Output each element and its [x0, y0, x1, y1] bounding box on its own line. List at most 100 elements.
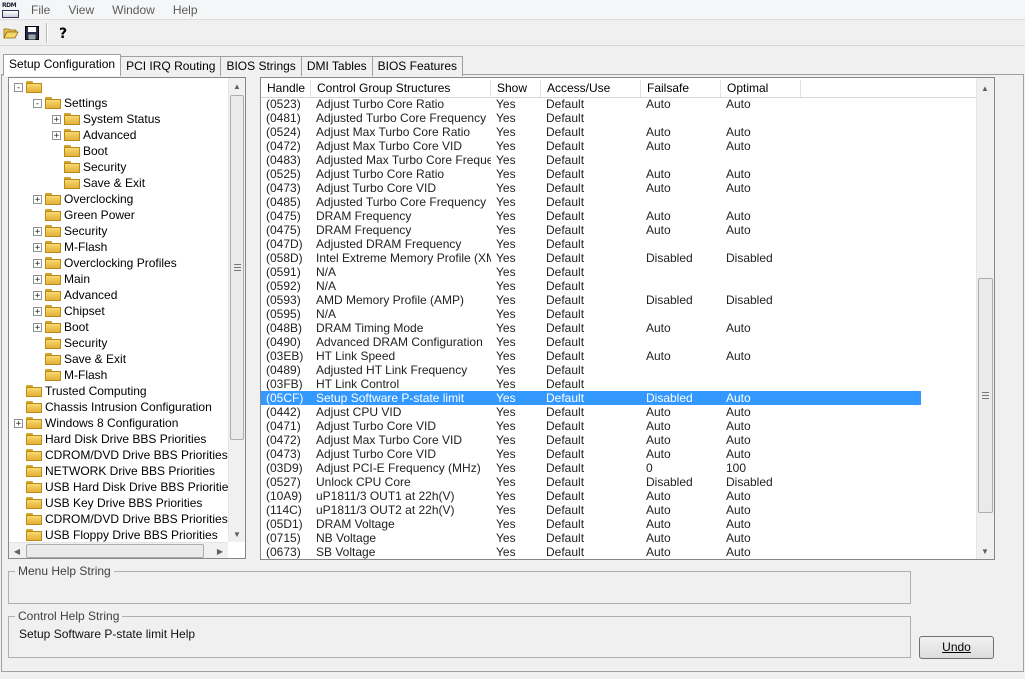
- tree-item[interactable]: + Overclocking: [33, 191, 133, 207]
- expand-icon[interactable]: +: [52, 130, 61, 140]
- tree-item[interactable]: M-Flash: [33, 367, 107, 383]
- tab-setup-configuration[interactable]: Setup Configuration: [3, 54, 122, 76]
- help-question-icon[interactable]: ?: [53, 23, 73, 43]
- tree-item[interactable]: CDROM/DVD Drive BBS Priorities: [14, 447, 228, 463]
- expand-icon[interactable]: +: [33, 322, 42, 332]
- tree-item[interactable]: + Boot: [33, 319, 89, 335]
- grid-scroll-thumb[interactable]: [978, 278, 993, 513]
- expand-icon[interactable]: +: [33, 194, 42, 204]
- table-row[interactable]: (0591) N/A Yes Default: [261, 265, 921, 279]
- tab-pci-irq-routing[interactable]: PCI IRQ Routing: [120, 56, 222, 76]
- table-row[interactable]: (0475) DRAM Frequency Yes Default Auto Auto: [261, 223, 921, 237]
- tree-item[interactable]: + System Status: [52, 111, 160, 127]
- table-row[interactable]: (03EB) HT Link Speed Yes Default Auto Auto: [261, 349, 921, 363]
- scroll-down-arrow-icon[interactable]: ▼: [229, 526, 245, 542]
- menu-help[interactable]: Help: [164, 3, 207, 17]
- tree-item[interactable]: CDROM/DVD Drive BBS Priorities: [14, 511, 228, 527]
- column-header[interactable]: Handle: [261, 80, 311, 97]
- table-row[interactable]: (0527) Unlock CPU Core Yes Default Disabled D…: [261, 475, 921, 489]
- tree-vertical-scrollbar[interactable]: ▲ ▼: [228, 78, 245, 542]
- tree-item[interactable]: Security: [52, 159, 126, 175]
- tree-horizontal-scrollbar[interactable]: ◀ ▶: [9, 542, 228, 558]
- table-row[interactable]: (0524) Adjust Max Turbo Core Ratio Yes Defa…: [261, 125, 921, 139]
- expand-icon[interactable]: +: [33, 226, 42, 236]
- table-row[interactable]: (0472) Adjust Max Turbo Core VID Yes Defaul…: [261, 433, 921, 447]
- tree-item[interactable]: Security: [33, 335, 107, 351]
- table-row[interactable]: (0525) Adjust Turbo Core Ratio Yes Default A…: [261, 167, 921, 181]
- tree-item[interactable]: NETWORK Drive BBS Priorities: [14, 463, 215, 479]
- tree-item[interactable]: -: [14, 79, 45, 95]
- tree-item[interactable]: + Overclocking Profiles: [33, 255, 177, 271]
- column-header[interactable]: Control Group Structures: [311, 80, 491, 97]
- grid-scroll-up-arrow-icon[interactable]: ▲: [977, 80, 993, 96]
- table-row[interactable]: (058D) Intel Extreme Memory Profile (XMP)…: [261, 251, 921, 265]
- grid-vertical-scrollbar[interactable]: ▲ ▼: [976, 78, 994, 559]
- expand-icon[interactable]: +: [33, 258, 42, 268]
- collapse-icon[interactable]: -: [14, 82, 23, 92]
- table-row[interactable]: (114C) uP1811/3 OUT2 at 22h(V) Yes Default A…: [261, 503, 921, 517]
- tree-hscroll-thumb[interactable]: [26, 544, 204, 558]
- tree-item[interactable]: USB Floppy Drive BBS Priorities: [14, 527, 218, 542]
- tree-item[interactable]: Boot: [52, 143, 108, 159]
- tree-item[interactable]: + Chipset: [33, 303, 105, 319]
- menu-view[interactable]: View: [59, 3, 103, 17]
- table-row[interactable]: (0473) Adjust Turbo Core VID Yes Default Aut…: [261, 181, 921, 195]
- table-row[interactable]: (047D) Adjusted DRAM Frequency Yes Default: [261, 237, 921, 251]
- table-row[interactable]: (0490) Advanced DRAM Configuration Yes Defa…: [261, 335, 921, 349]
- table-row-selected[interactable]: (05CF) Setup Software P-state limit Yes Def…: [261, 391, 921, 405]
- expand-icon[interactable]: +: [33, 274, 42, 284]
- tree-scroll-thumb[interactable]: [230, 95, 244, 440]
- menu-file[interactable]: File: [22, 3, 59, 17]
- scroll-right-arrow-icon[interactable]: ▶: [212, 543, 228, 558]
- table-row[interactable]: (03D9) Adjust PCI-E Frequency (MHz) Yes Def…: [261, 461, 921, 475]
- menu-window[interactable]: Window: [103, 3, 164, 17]
- tree-item[interactable]: + Main: [33, 271, 90, 287]
- table-row[interactable]: (0593) AMD Memory Profile (AMP) Yes Default…: [261, 293, 921, 307]
- table-row[interactable]: (0473) Adjust Turbo Core VID Yes Default Aut…: [261, 447, 921, 461]
- tree-item[interactable]: Trusted Computing: [14, 383, 147, 399]
- table-row[interactable]: (03FB) HT Link Control Yes Default: [261, 377, 921, 391]
- tree-item[interactable]: Hard Disk Drive BBS Priorities: [14, 431, 206, 447]
- grid-scroll-down-arrow-icon[interactable]: ▼: [977, 543, 993, 559]
- table-row[interactable]: (0592) N/A Yes Default: [261, 279, 921, 293]
- control-grid[interactable]: Handle Control Group Structures Show Access…: [260, 77, 995, 560]
- collapse-icon[interactable]: -: [33, 98, 42, 108]
- tree-item[interactable]: - Settings: [33, 95, 107, 111]
- table-row[interactable]: (0483) Adjusted Max Turbo Core Freque... Y…: [261, 153, 921, 167]
- open-folder-icon[interactable]: [1, 23, 21, 43]
- tree-item[interactable]: USB Key Drive BBS Priorities: [14, 495, 202, 511]
- table-row[interactable]: (05D1) DRAM Voltage Yes Default Auto Auto: [261, 517, 921, 531]
- column-header[interactable]: Optimal: [721, 80, 801, 97]
- table-row[interactable]: (0475) DRAM Frequency Yes Default Auto Auto: [261, 209, 921, 223]
- tab-dmi-tables[interactable]: DMI Tables: [300, 56, 373, 76]
- tree-item[interactable]: + Advanced: [52, 127, 136, 143]
- column-header[interactable]: Show: [491, 80, 541, 97]
- table-row[interactable]: (10A9) uP1811/3 OUT1 at 22h(V) Yes Default A…: [261, 489, 921, 503]
- tab-bios-strings[interactable]: BIOS Strings: [220, 56, 302, 76]
- column-header[interactable]: Failsafe: [641, 80, 721, 97]
- expand-icon[interactable]: +: [33, 290, 42, 300]
- table-row[interactable]: (0489) Adjusted HT Link Frequency Yes Defau…: [261, 363, 921, 377]
- scroll-left-arrow-icon[interactable]: ◀: [9, 543, 25, 558]
- expand-icon[interactable]: +: [52, 114, 61, 124]
- tree-item[interactable]: + Windows 8 Configuration: [14, 415, 178, 431]
- table-row[interactable]: (048B) DRAM Timing Mode Yes Default Auto Auto: [261, 321, 921, 335]
- scroll-up-arrow-icon[interactable]: ▲: [229, 78, 245, 94]
- table-row[interactable]: (0471) Adjust Turbo Core VID Yes Default Aut…: [261, 419, 921, 433]
- column-header[interactable]: Access/Use: [541, 80, 641, 97]
- table-row[interactable]: (0673) SB Voltage Yes Default Auto Auto: [261, 545, 921, 559]
- expand-icon[interactable]: +: [14, 418, 23, 428]
- table-row[interactable]: (0472) Adjust Max Turbo Core VID Yes Defaul…: [261, 139, 921, 153]
- tree-item[interactable]: USB Hard Disk Drive BBS Priorities: [14, 479, 228, 495]
- expand-icon[interactable]: +: [33, 242, 42, 252]
- tree-item[interactable]: + M-Flash: [33, 239, 107, 255]
- table-row[interactable]: (0481) Adjusted Turbo Core Frequency Yes De…: [261, 111, 921, 125]
- table-row[interactable]: (0523) Adjust Turbo Core Ratio Yes Default A…: [261, 97, 921, 111]
- expand-icon[interactable]: +: [33, 306, 42, 316]
- undo-button[interactable]: Undo: [919, 636, 994, 659]
- tree-item[interactable]: Green Power: [33, 207, 135, 223]
- table-row[interactable]: (0485) Adjusted Turbo Core Frequency Yes De…: [261, 195, 921, 209]
- table-row[interactable]: (0442) Adjust CPU VID Yes Default Auto Auto: [261, 405, 921, 419]
- save-disk-icon[interactable]: [22, 23, 42, 43]
- tree-item[interactable]: + Security: [33, 223, 107, 239]
